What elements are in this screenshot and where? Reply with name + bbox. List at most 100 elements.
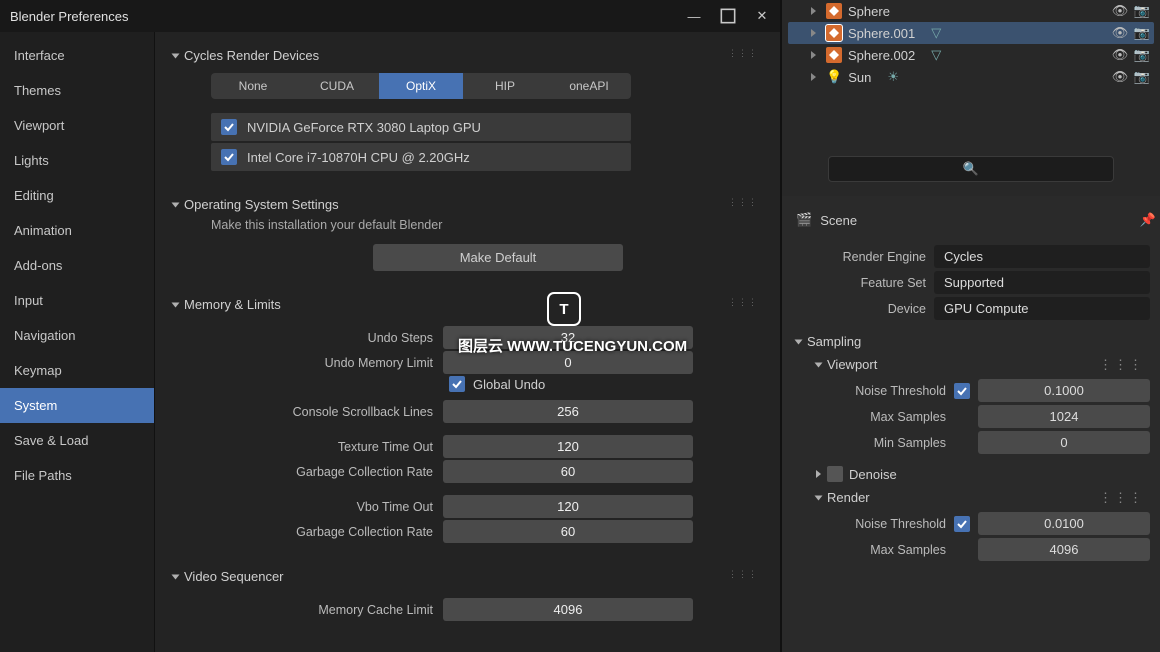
sidebar-tab-interface[interactable]: Interface bbox=[0, 38, 154, 73]
memcache-field[interactable]: 4096 bbox=[443, 598, 693, 621]
section-header-video[interactable]: Video Sequencer ⋮⋮⋮ bbox=[173, 565, 762, 588]
expand-icon[interactable] bbox=[806, 4, 820, 18]
render-icon[interactable]: 📷 bbox=[1134, 47, 1150, 63]
sidebar-tab-lights[interactable]: Lights bbox=[0, 143, 154, 178]
visibility-icon[interactable]: 👁 bbox=[1112, 69, 1128, 85]
visibility-icon[interactable]: 👁 bbox=[1112, 25, 1128, 41]
undo-steps-field[interactable]: 32 bbox=[443, 326, 693, 349]
visibility-icon[interactable]: 👁 bbox=[1112, 47, 1128, 63]
search-input[interactable]: 🔍 bbox=[828, 156, 1114, 182]
sidebar-tab-input[interactable]: Input bbox=[0, 283, 154, 318]
tex-timeout-field[interactable]: 120 bbox=[443, 435, 693, 458]
tab-hip[interactable]: HIP bbox=[463, 73, 547, 99]
render-icon[interactable]: 📷 bbox=[1134, 3, 1150, 19]
vp-min-field[interactable]: 0 bbox=[978, 431, 1150, 454]
tab-oneapi[interactable]: oneAPI bbox=[547, 73, 631, 99]
pin-icon[interactable]: 📌 bbox=[1140, 212, 1156, 228]
render-icon[interactable]: 📷 bbox=[1134, 69, 1150, 85]
make-default-button[interactable]: Make Default bbox=[373, 244, 623, 271]
drag-icon[interactable]: ⋮⋮⋮ bbox=[728, 48, 758, 59]
checkbox-icon[interactable] bbox=[221, 149, 237, 165]
vp-max-field[interactable]: 1024 bbox=[978, 405, 1150, 428]
outliner-row-sphere001[interactable]: Sphere.001 ▽ 👁 📷 bbox=[788, 22, 1154, 44]
viewport-header[interactable]: Viewport ⋮⋮⋮ bbox=[816, 353, 1156, 376]
rd-max-field[interactable]: 4096 bbox=[978, 538, 1150, 561]
menu-icon[interactable]: ⋮⋮⋮ bbox=[1099, 490, 1144, 506]
context-label: Scene bbox=[820, 213, 857, 228]
drag-icon[interactable]: ⋮⋮⋮ bbox=[728, 297, 758, 308]
vp-noise-field[interactable]: 0.1000 bbox=[978, 379, 1150, 402]
render-header[interactable]: Render ⋮⋮⋮ bbox=[816, 486, 1156, 509]
chevron-right-icon bbox=[816, 470, 821, 478]
rd-noise-field[interactable]: 0.0100 bbox=[978, 512, 1150, 535]
section-memory: Memory & Limits ⋮⋮⋮ Undo Steps32 Undo Me… bbox=[173, 293, 762, 543]
object-name: Sphere bbox=[848, 4, 890, 19]
sidebar-tab-filepaths[interactable]: File Paths bbox=[0, 458, 154, 493]
tex-timeout-label: Texture Time Out bbox=[203, 440, 433, 454]
close-icon[interactable]: ✕ bbox=[754, 8, 770, 24]
denoise-header[interactable]: Denoise bbox=[816, 462, 1156, 486]
device-label: Device bbox=[796, 302, 926, 316]
drag-icon[interactable]: ⋮⋮⋮ bbox=[728, 569, 758, 580]
render-engine-label: Render Engine bbox=[796, 250, 926, 264]
checkbox-icon[interactable] bbox=[221, 119, 237, 135]
chevron-down-icon bbox=[172, 302, 180, 307]
window-title: Blender Preferences bbox=[10, 9, 129, 24]
vbo-field[interactable]: 120 bbox=[443, 495, 693, 518]
undo-mem-field[interactable]: 0 bbox=[443, 351, 693, 374]
sidebar-tab-viewport[interactable]: Viewport bbox=[0, 108, 154, 143]
search-icon: 🔍 bbox=[963, 161, 979, 177]
global-undo-row[interactable]: Global Undo bbox=[449, 376, 762, 392]
sampling-title: Sampling bbox=[807, 334, 861, 349]
outliner-row-sphere[interactable]: Sphere 👁 📷 bbox=[788, 0, 1154, 22]
sidebar-tab-saveload[interactable]: Save & Load bbox=[0, 423, 154, 458]
section-header-os[interactable]: Operating System Settings ⋮⋮⋮ bbox=[173, 193, 762, 216]
rd-noise-checkbox[interactable] bbox=[954, 516, 970, 532]
device-label: NVIDIA GeForce RTX 3080 Laptop GPU bbox=[247, 120, 481, 135]
expand-icon[interactable] bbox=[806, 48, 820, 62]
sidebar-tab-keymap[interactable]: Keymap bbox=[0, 353, 154, 388]
gc1-field[interactable]: 60 bbox=[443, 460, 693, 483]
rd-max-label: Max Samples bbox=[816, 543, 946, 557]
outliner-row-sphere002[interactable]: Sphere.002 ▽ 👁 📷 bbox=[788, 44, 1154, 66]
render-engine-select[interactable]: Cycles bbox=[934, 245, 1150, 268]
section-header-cycles[interactable]: Cycles Render Devices ⋮⋮⋮ bbox=[173, 44, 762, 67]
sampling-header[interactable]: Sampling bbox=[796, 330, 1156, 353]
rd-noise-label: Noise Threshold bbox=[816, 517, 946, 531]
checkbox-icon[interactable] bbox=[449, 376, 465, 392]
tab-cuda[interactable]: CUDA bbox=[295, 73, 379, 99]
device-gpu-row[interactable]: NVIDIA GeForce RTX 3080 Laptop GPU bbox=[211, 113, 631, 141]
sidebar-tab-system[interactable]: System bbox=[0, 388, 154, 423]
denoise-checkbox[interactable] bbox=[827, 466, 843, 482]
chevron-down-icon bbox=[172, 574, 180, 579]
menu-icon[interactable]: ⋮⋮⋮ bbox=[1099, 357, 1144, 373]
render-icon[interactable]: 📷 bbox=[1134, 25, 1150, 41]
vp-noise-checkbox[interactable] bbox=[954, 383, 970, 399]
mesh-data-icon[interactable]: ▽ bbox=[931, 47, 941, 63]
minimize-icon[interactable]: — bbox=[686, 8, 702, 24]
mesh-data-icon[interactable]: ▽ bbox=[931, 25, 941, 41]
expand-icon[interactable] bbox=[806, 70, 820, 84]
maximize-icon[interactable] bbox=[720, 8, 736, 24]
sidebar-tab-addons[interactable]: Add-ons bbox=[0, 248, 154, 283]
section-header-memory[interactable]: Memory & Limits ⋮⋮⋮ bbox=[173, 293, 762, 316]
device-cpu-row[interactable]: Intel Core i7-10870H CPU @ 2.20GHz bbox=[211, 143, 631, 171]
sidebar-tab-editing[interactable]: Editing bbox=[0, 178, 154, 213]
sidebar-tab-themes[interactable]: Themes bbox=[0, 73, 154, 108]
render-title: Render bbox=[827, 490, 870, 505]
outliner-row-sun[interactable]: 💡 Sun ☀ 👁 📷 bbox=[788, 66, 1154, 88]
console-field[interactable]: 256 bbox=[443, 400, 693, 423]
visibility-icon[interactable]: 👁 bbox=[1112, 3, 1128, 19]
sidebar-tab-navigation[interactable]: Navigation bbox=[0, 318, 154, 353]
mesh-icon bbox=[826, 47, 842, 63]
feature-set-select[interactable]: Supported bbox=[934, 271, 1150, 294]
os-subtext: Make this installation your default Blen… bbox=[211, 216, 762, 240]
tab-optix[interactable]: OptiX bbox=[379, 73, 463, 99]
tab-none[interactable]: None bbox=[211, 73, 295, 99]
drag-icon[interactable]: ⋮⋮⋮ bbox=[728, 197, 758, 208]
device-select[interactable]: GPU Compute bbox=[934, 297, 1150, 320]
expand-icon[interactable] bbox=[806, 26, 820, 40]
light-data-icon[interactable]: ☀ bbox=[887, 69, 899, 85]
gc2-field[interactable]: 60 bbox=[443, 520, 693, 543]
sidebar-tab-animation[interactable]: Animation bbox=[0, 213, 154, 248]
